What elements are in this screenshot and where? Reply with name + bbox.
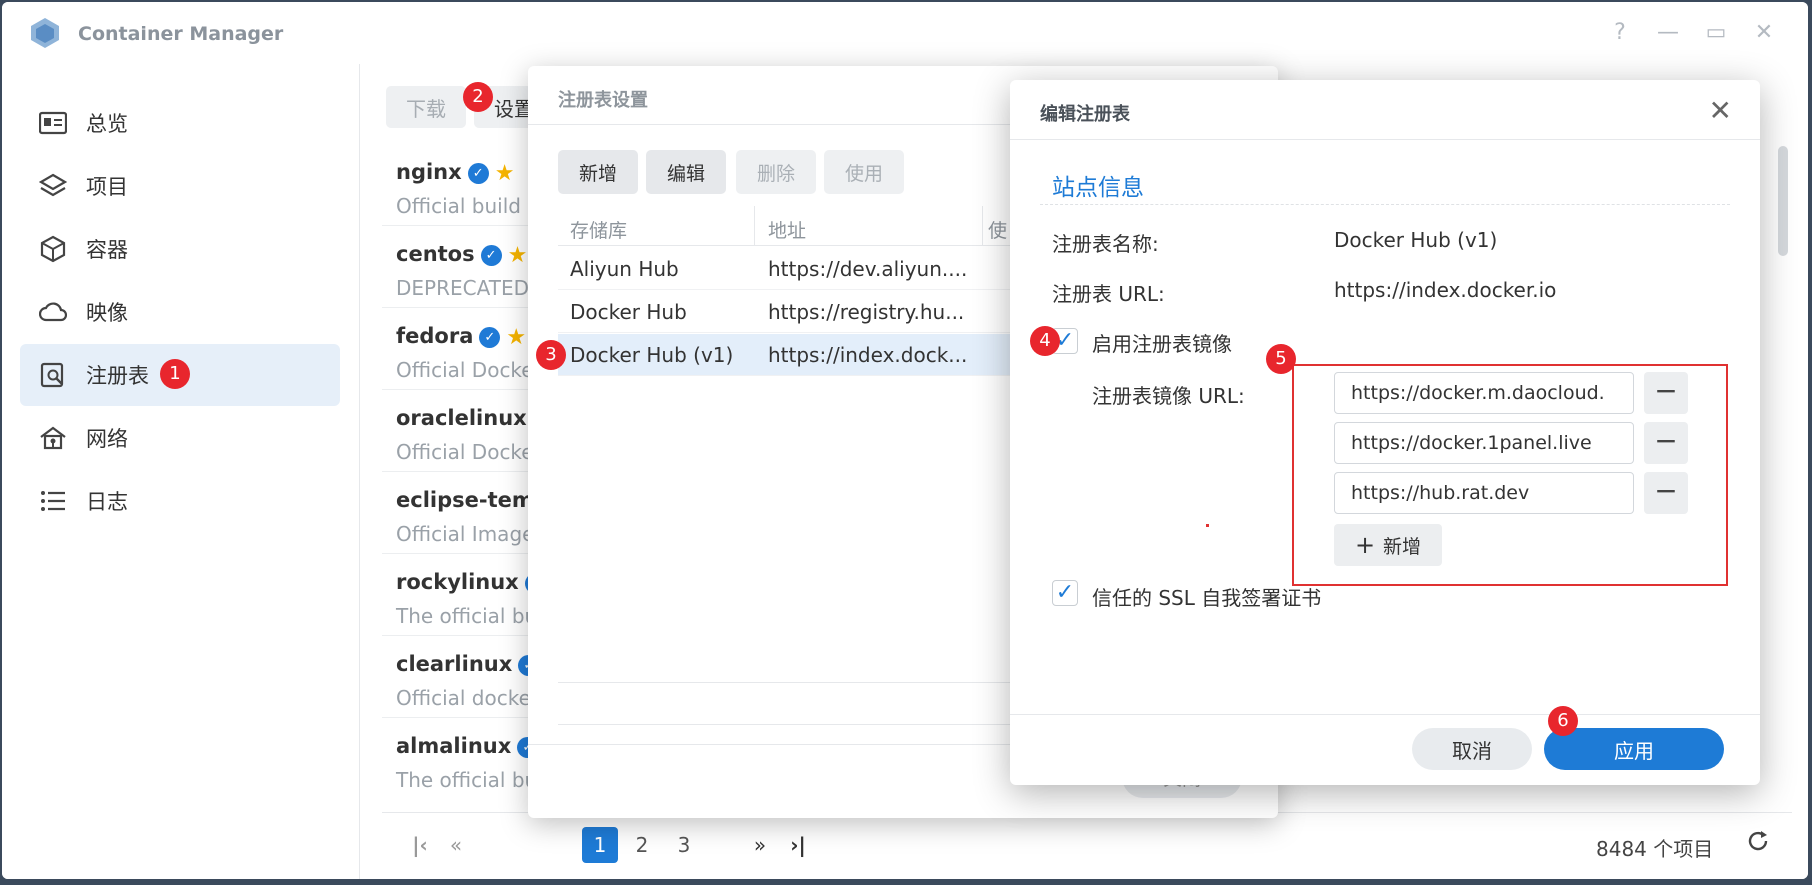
image-name: nginx [396, 160, 462, 184]
image-name: fedora [396, 324, 474, 348]
registry-repo: Docker Hub (v1) [570, 343, 734, 367]
image-description: Official Docke [396, 358, 534, 382]
edit-registry-button[interactable]: 编辑 [646, 150, 726, 194]
mirror-url-label: 注册表镜像 URL: [1092, 384, 1245, 408]
first-page-icon[interactable]: |‹ [402, 827, 438, 863]
sidebar-item-containers[interactable]: 容器 [20, 218, 340, 280]
prev-page-icon[interactable]: « [438, 827, 474, 863]
network-icon [38, 423, 68, 453]
marker-1: 1 [160, 359, 190, 389]
container-manager-logo-icon [31, 18, 59, 48]
marker-4: 4 [1030, 326, 1060, 356]
star-icon: ★ [507, 242, 528, 268]
verified-icon: ✓ [480, 244, 502, 266]
use-registry-button[interactable]: 使用 [824, 150, 904, 194]
highlight-box [1292, 364, 1728, 586]
sidebar-item-overview[interactable]: 总览 [20, 92, 340, 154]
edit-registry-dialog: 编辑注册表 ✕ 站点信息 注册表名称: Docker Hub (v1) 注册表 … [1010, 80, 1760, 785]
registry-address: https://dev.aliyun.... [768, 257, 968, 281]
image-name: clearlinux [396, 652, 513, 676]
next-page-icon[interactable]: » [742, 827, 778, 863]
sidebar-item-network[interactable]: 网络 [20, 407, 340, 469]
column-use: 使 [988, 220, 1008, 242]
download-button[interactable]: 下载 [386, 86, 466, 128]
layers-icon [38, 171, 68, 201]
list-scrollbar[interactable] [1778, 146, 1788, 256]
registry-repo: Docker Hub [570, 300, 687, 324]
image-name: centos [396, 242, 475, 266]
marker-3: 3 [536, 340, 566, 370]
page-1-button[interactable]: 1 [582, 827, 618, 863]
sidebar-item-logs[interactable]: 日志 [20, 470, 340, 532]
dialog-title: 注册表设置 [558, 90, 648, 111]
image-description: Official Image [396, 522, 535, 546]
minimize-button[interactable]: — [1654, 20, 1682, 45]
page-3-button[interactable]: 3 [666, 827, 702, 863]
star-icon: ★ [506, 324, 527, 350]
trust-ssl-checkbox[interactable]: ✓ [1052, 580, 1078, 606]
registry-search-icon [38, 360, 68, 390]
section-title: 站点信息 [1052, 175, 1144, 201]
total-items: 8484 个项目 [1596, 837, 1714, 861]
marker-2: 2 [463, 82, 493, 112]
registry-repo: Aliyun Hub [570, 257, 679, 281]
sidebar-item-label: 注册表 [86, 364, 149, 388]
image-name: almalinux [396, 734, 512, 758]
sidebar-item-label: 日志 [86, 490, 128, 514]
star-icon: ★ [494, 160, 515, 186]
sidebar: 总览 项目 容器 映像 注册表 网络 日志 [2, 64, 360, 879]
verified-icon: ✓ [467, 162, 489, 184]
enable-mirror-label: 启用注册表镜像 [1092, 332, 1232, 356]
sidebar-item-images[interactable]: 映像 [20, 281, 340, 343]
image-description: DEPRECATED; [396, 276, 536, 300]
marker-5: 5 [1266, 344, 1296, 374]
image-name: rockylinux [396, 570, 519, 594]
sidebar-item-label: 总览 [86, 112, 128, 136]
registry-address: https://registry.hu... [768, 300, 965, 324]
trust-ssl-label: 信任的 SSL 自我签署证书 [1092, 586, 1322, 610]
image-description: The official bu [396, 768, 538, 792]
image-name: eclipse-temu [396, 488, 549, 512]
verified-icon: ✓ [479, 326, 501, 348]
column-address: 地址 [768, 220, 807, 242]
sidebar-item-label: 项目 [86, 175, 128, 199]
page-2-button[interactable]: 2 [624, 827, 660, 863]
close-window-button[interactable]: ✕ [1750, 20, 1778, 45]
cancel-button[interactable]: 取消 [1412, 728, 1532, 770]
registry-url-value: https://index.docker.io [1334, 278, 1557, 302]
app-title: Container Manager [78, 23, 284, 45]
sidebar-item-label: 映像 [86, 301, 128, 325]
help-button[interactable]: ? [1606, 20, 1634, 45]
image-description: Official docke [396, 686, 531, 710]
registry-name-label: 注册表名称: [1052, 232, 1159, 256]
registry-url-label: 注册表 URL: [1052, 282, 1165, 306]
column-repo: 存储库 [570, 220, 628, 242]
apply-button[interactable]: 应用 [1544, 728, 1724, 770]
image-description: The official bu [396, 604, 538, 628]
registry-name-value: Docker Hub (v1) [1334, 228, 1498, 252]
last-page-icon[interactable]: ›| [780, 827, 816, 863]
cloud-icon [38, 297, 68, 327]
sidebar-item-label: 容器 [86, 238, 128, 262]
dialog-title: 编辑注册表 [1040, 104, 1130, 125]
pagination: |‹ « 1 2 3 » ›| 8484 个项目 [382, 812, 1792, 872]
list-icon [38, 486, 68, 516]
refresh-icon[interactable] [1746, 829, 1776, 859]
registry-address: https://index.dock... [768, 343, 968, 367]
image-description: Official build o [396, 194, 540, 218]
sidebar-item-label: 网络 [86, 427, 128, 451]
close-icon[interactable]: ✕ [1709, 94, 1732, 127]
add-registry-button[interactable]: 新增 [558, 150, 638, 194]
marker-6: 6 [1548, 706, 1578, 736]
cube-icon [38, 234, 68, 264]
title-bar: Container Manager ? — ▭ ✕ [2, 2, 1808, 64]
image-description: Official Docke [396, 440, 534, 464]
sidebar-item-projects[interactable]: 项目 [20, 155, 340, 217]
maximize-button[interactable]: ▭ [1702, 20, 1730, 45]
delete-registry-button[interactable]: 删除 [736, 150, 816, 194]
overview-icon [38, 108, 68, 138]
image-name: oraclelinux [396, 406, 527, 430]
